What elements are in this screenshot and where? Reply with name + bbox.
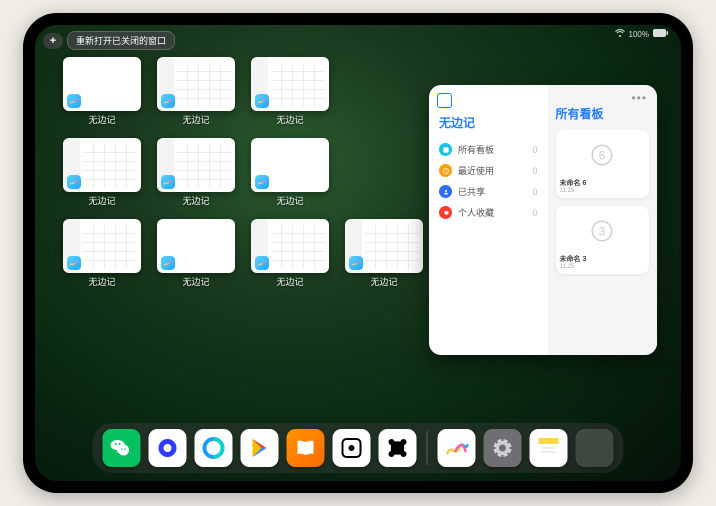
battery-percent: 100% (629, 30, 649, 39)
window-preview (157, 138, 235, 192)
window-preview (345, 219, 423, 273)
category-count: 0 (533, 145, 538, 155)
dock-app-freeform[interactable] (438, 429, 476, 467)
dock-app-notes[interactable] (530, 429, 568, 467)
window-preview (63, 219, 141, 273)
status-bar: 100% (615, 29, 669, 39)
window-thumbnail[interactable]: 无边记 (63, 57, 141, 126)
sidebar-item[interactable]: 最近使用 0 (439, 160, 538, 181)
top-left-controls: + 重新打开已关闭的窗口 (43, 31, 175, 50)
category-count: 0 (533, 166, 538, 176)
sidebar-toggle-icon[interactable] (439, 95, 452, 108)
window-thumbnail[interactable]: 无边记 (251, 57, 329, 126)
window-thumbnail[interactable]: 无边记 (251, 219, 329, 288)
window-thumbnail[interactable]: 无边记 (157, 57, 235, 126)
reopen-closed-window-button[interactable]: 重新打开已关闭的窗口 (67, 31, 175, 50)
dock-app-quark[interactable] (149, 429, 187, 467)
category-count: 0 (533, 208, 538, 218)
window-preview (63, 57, 141, 111)
dock-app-library[interactable] (576, 429, 614, 467)
window-thumbnail[interactable]: 无边记 (251, 138, 329, 207)
category-count: 0 (533, 187, 538, 197)
dock-app-dice[interactable] (333, 429, 371, 467)
window-label: 无边记 (276, 194, 303, 207)
category-icon (439, 143, 452, 156)
category-icon (439, 206, 452, 219)
sidebar-item[interactable]: 所有看板 0 (439, 139, 538, 160)
freeform-app-icon (349, 256, 363, 270)
category-icon (439, 185, 452, 198)
svg-text:3: 3 (599, 225, 606, 239)
dock-app-qq-browser[interactable] (195, 429, 233, 467)
freeform-app-icon (67, 256, 81, 270)
freeform-app-icon (161, 256, 175, 270)
more-icon[interactable]: ••• (631, 91, 647, 105)
window-preview (251, 57, 329, 111)
sidebar-item[interactable]: 个人收藏 0 (439, 202, 538, 223)
window-label: 无边记 (88, 113, 115, 126)
category-label: 最近使用 (458, 164, 494, 177)
window-thumbnail[interactable]: 无边记 (63, 138, 141, 207)
board-name: 未命名 6 (560, 178, 645, 188)
app-switcher-grid: 无边记无边记无边记无边记无边记无边记无边记无边记无边记无边记 (63, 57, 423, 288)
window-label: 无边记 (88, 194, 115, 207)
category-label: 所有看板 (458, 143, 494, 156)
category-label: 已共享 (458, 185, 485, 198)
freeform-boards-panel: ••• 所有看板 6未命名 611:253未命名 311:25 (548, 85, 657, 355)
new-window-button[interactable]: + (43, 33, 63, 49)
sidebar-item[interactable]: 已共享 0 (439, 181, 538, 202)
ipad-device: 100% + 重新打开已关闭的窗口 无边记无边记无边记无边记无边记无边记无边记无… (23, 13, 693, 493)
category-icon (439, 164, 452, 177)
window-label: 无边记 (276, 275, 303, 288)
window-label: 无边记 (88, 275, 115, 288)
freeform-app-icon (67, 94, 81, 108)
window-label: 无边记 (370, 275, 397, 288)
freeform-app-icon (161, 94, 175, 108)
window-thumbnail[interactable]: 无边记 (157, 219, 235, 288)
window-preview (157, 57, 235, 111)
dock-separator (427, 431, 428, 465)
svg-text:6: 6 (599, 149, 606, 163)
board-name: 未命名 3 (560, 254, 645, 264)
window-preview (157, 219, 235, 273)
dock-app-settings[interactable] (484, 429, 522, 467)
window-preview (251, 138, 329, 192)
dock-app-wechat[interactable] (103, 429, 141, 467)
window-thumbnail[interactable]: 无边记 (63, 219, 141, 288)
ipad-screen: 100% + 重新打开已关闭的窗口 无边记无边记无边记无边记无边记无边记无边记无… (35, 25, 681, 481)
board-preview: 3 (560, 210, 645, 252)
window-preview (251, 219, 329, 273)
window-label: 无边记 (182, 275, 209, 288)
dock-app-books[interactable] (287, 429, 325, 467)
window-preview (63, 138, 141, 192)
board-tile[interactable]: 3 未命名 311:25 (556, 206, 649, 274)
freeform-sidebar: 无边记 所有看板 0 最近使用 0 已共享 0 个人收藏 0 (429, 85, 548, 355)
battery-icon (653, 29, 669, 39)
board-time: 11:25 (560, 188, 645, 194)
dock-app-play[interactable] (241, 429, 279, 467)
sidebar-title: 无边记 (439, 114, 538, 131)
freeform-app-icon (255, 175, 269, 189)
freeform-app-icon (255, 256, 269, 270)
category-label: 个人收藏 (458, 206, 494, 219)
freeform-split-card[interactable]: 无边记 所有看板0最近使用0已共享0个人收藏0 ••• 所有看板 6未命名 61… (429, 85, 657, 355)
freeform-app-icon (161, 175, 175, 189)
dock-app-graph[interactable] (379, 429, 417, 467)
board-preview: 6 (560, 134, 645, 176)
window-label: 无边记 (182, 113, 209, 126)
window-thumbnail[interactable]: 无边记 (345, 219, 423, 288)
board-time: 11:25 (560, 264, 645, 270)
window-label: 无边记 (182, 194, 209, 207)
freeform-app-icon (255, 94, 269, 108)
window-label: 无边记 (276, 113, 303, 126)
boards-title: 所有看板 (556, 105, 649, 122)
freeform-app-icon (67, 175, 81, 189)
dock (93, 423, 624, 473)
board-tile[interactable]: 6 未命名 611:25 (556, 130, 649, 198)
wifi-icon (615, 29, 625, 39)
window-thumbnail[interactable]: 无边记 (157, 138, 235, 207)
